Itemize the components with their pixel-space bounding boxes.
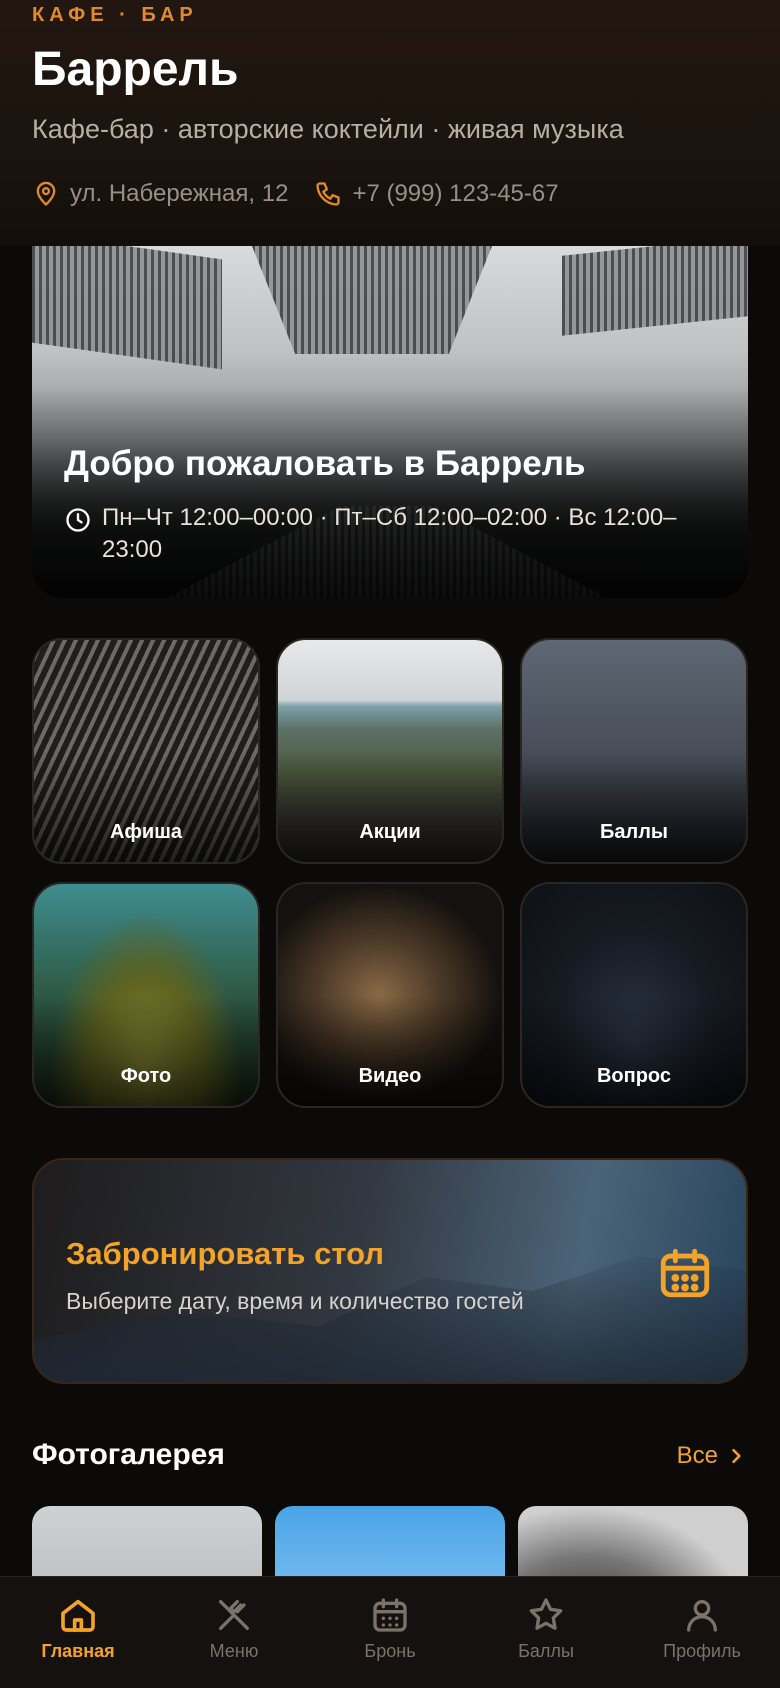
book-table-card[interactable]: Забронировать стол Выберите дату, время … (32, 1158, 748, 1384)
tile-label: Баллы (600, 821, 668, 843)
tile-label: Видео (358, 1065, 422, 1087)
tile-label: Акции (359, 821, 421, 843)
address-link[interactable]: ул. Набережная, 12 (32, 180, 288, 208)
opening-hours: Пн–Чт 12:00–00:00 · Пт–Сб 12:00–02:00 · … (64, 502, 714, 566)
venue-name: Баррель (32, 43, 239, 96)
nav-label: Бронь (364, 1641, 416, 1661)
contacts: ул. Набережная, 12 +7 (999) 123-45-67 (32, 180, 585, 208)
tile-points[interactable]: Баллы (520, 638, 748, 864)
address-text: ул. Набережная, 12 (70, 180, 289, 207)
phone-icon (316, 182, 341, 206)
hero-title: Добро пожаловать в Баррель (64, 444, 586, 483)
nav-item-profile[interactable]: Профиль (624, 1577, 780, 1688)
venue-kicker: КАФЕ · БАР (32, 4, 198, 26)
nav-label: Меню (209, 1641, 259, 1661)
tile-label: Фото (120, 1065, 172, 1087)
booking-title: Забронировать стол (66, 1236, 384, 1271)
venue-tagline: Кафе-бар · авторские коктейли · живая му… (32, 114, 624, 144)
home-icon (61, 1599, 95, 1632)
nav-label: Баллы (518, 1641, 574, 1661)
opening-hours-text: Пн–Чт 12:00–00:00 · Пт–Сб 12:00–02:00 · … (102, 504, 677, 563)
tile-label: Вопрос (596, 1065, 672, 1087)
nav-item-home[interactable]: Главная (0, 1577, 156, 1688)
location-pin-icon (36, 181, 56, 206)
tile-afisha[interactable]: Афиша (32, 638, 260, 864)
gallery-all-link[interactable]: Все (677, 1442, 746, 1470)
utensils-icon (219, 1600, 249, 1630)
chevron-right-icon (732, 1448, 741, 1464)
phone-link[interactable]: +7 (999) 123-45-67 (314, 180, 559, 208)
nav-item-menu[interactable]: Меню (156, 1577, 312, 1688)
phone-text: +7 (999) 123-45-67 (352, 180, 559, 207)
nav-item-points[interactable]: Баллы (468, 1577, 624, 1688)
calendar-icon (660, 1248, 710, 1298)
booking-subtitle: Выберите дату, время и количество гостей (66, 1288, 524, 1314)
tile-video[interactable]: Видео (276, 882, 504, 1108)
gallery-title: Фотогалерея (32, 1438, 225, 1471)
nav-label: Главная (41, 1641, 115, 1661)
user-icon (687, 1600, 717, 1632)
nav-label: Профиль (663, 1641, 741, 1661)
bottom-nav: Главная Меню Бронь Баллы Профиль (0, 1576, 780, 1688)
tile-question[interactable]: Вопрос (520, 882, 748, 1108)
header: КАФЕ · БАР Баррель Кафе-бар · авторские … (0, 0, 780, 246)
tile-label: Афиша (109, 821, 183, 843)
calendar-icon (373, 1598, 407, 1632)
clock-icon (66, 508, 90, 532)
star-icon (529, 1598, 563, 1630)
gallery-all-label: Все (676, 1442, 718, 1469)
tile-photo[interactable]: Фото (32, 882, 260, 1108)
hero-banner[interactable]: Добро пожаловать в Баррель Пн–Чт 12:00–0… (32, 246, 748, 598)
tile-promotions[interactable]: Акции (276, 638, 504, 864)
nav-item-booking[interactable]: Бронь (312, 1577, 468, 1688)
